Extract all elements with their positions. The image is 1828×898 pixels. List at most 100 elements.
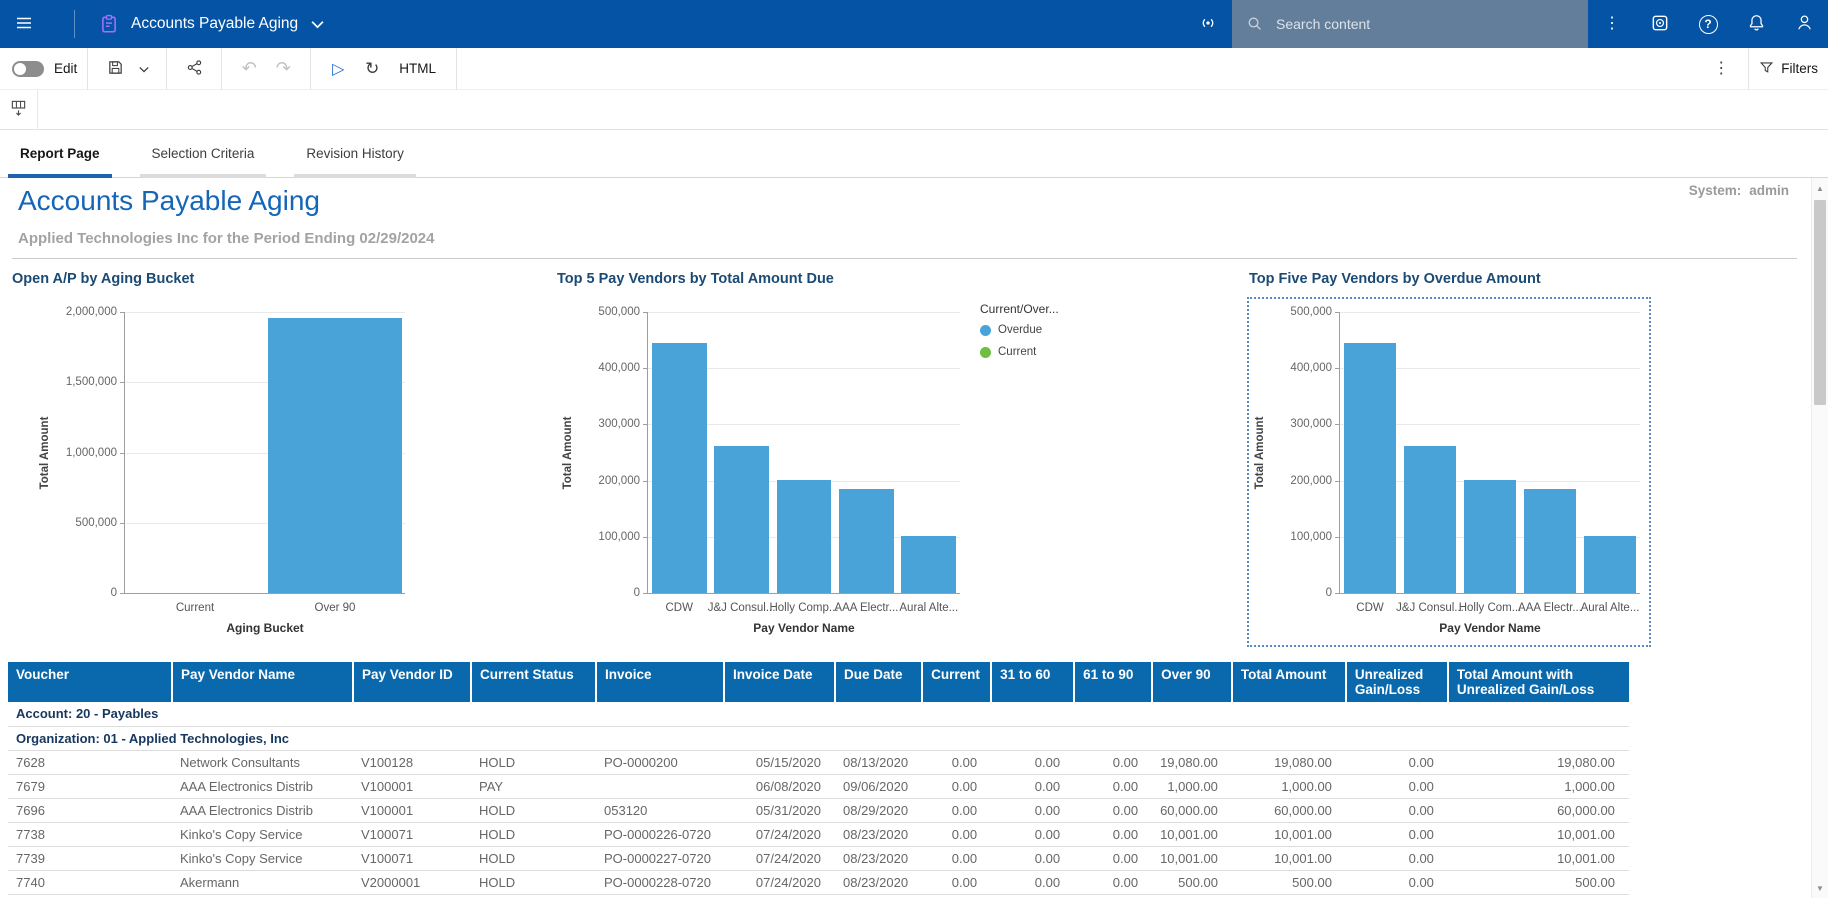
filter-icon	[1759, 60, 1774, 78]
bar-over-90[interactable]	[268, 318, 402, 593]
tab-report-page[interactable]: Report Page	[8, 130, 112, 178]
bar-aaa-electr-[interactable]	[1524, 489, 1577, 593]
kebab-icon: ⋮	[1713, 61, 1729, 77]
cell: V100071	[353, 822, 471, 846]
tab-label: Revision History	[306, 146, 404, 161]
document-menu-button[interactable]	[298, 0, 336, 48]
bar-cdw[interactable]	[652, 343, 707, 593]
refresh-button[interactable]: ↻	[355, 48, 389, 90]
cell: 500.00	[1152, 870, 1232, 894]
legend-item-current[interactable]: Current	[980, 346, 1059, 358]
y-tick-label: 0	[556, 587, 640, 599]
edit-toggle[interactable]	[12, 61, 44, 77]
filters-button[interactable]: Filters	[1759, 48, 1818, 90]
toolbar-divider	[166, 48, 167, 90]
y-tick-label: 500,000	[1248, 306, 1332, 318]
y-tick-label: 500,000	[33, 517, 117, 529]
edit-label: Edit	[54, 61, 77, 76]
more-actions-button[interactable]: ⋮	[1588, 0, 1636, 48]
bar-aural-alte-[interactable]	[901, 536, 956, 593]
cell: PO-0000226-0720	[596, 822, 724, 846]
bar-j-j-consul-[interactable]	[1404, 446, 1457, 593]
column-header-61-to-90: 61 to 90	[1074, 662, 1152, 702]
console-switcher-button[interactable]	[1636, 0, 1684, 48]
chart-title: Top Five Pay Vendors by Overdue Amount	[1249, 271, 1541, 287]
live-connection-button[interactable]	[1184, 0, 1232, 48]
output-format-label[interactable]: HTML	[399, 61, 436, 76]
search-input[interactable]	[1232, 0, 1588, 48]
redo-button[interactable]: ↷	[266, 48, 300, 90]
cell: 0.00	[991, 846, 1074, 870]
divider	[12, 258, 1797, 259]
tab-underline	[8, 174, 112, 178]
report-view-bar	[0, 90, 1828, 130]
hamburger-icon	[15, 14, 33, 35]
notifications-button[interactable]	[1732, 0, 1780, 48]
chart-open-ap-by-aging-bucket: Open A/P by Aging Bucket0500,0001,000,00…	[10, 270, 460, 642]
page-navigation-button[interactable]	[0, 90, 38, 130]
page-title: Accounts Payable Aging	[18, 185, 320, 217]
cell: 19,080.00	[1152, 750, 1232, 774]
cell: HOLD	[471, 846, 596, 870]
system-label: System:	[1689, 183, 1742, 198]
bar-j-j-consul-[interactable]	[714, 446, 769, 593]
cell: 1,000.00	[1448, 774, 1629, 798]
cell: 0.00	[922, 798, 991, 822]
run-button[interactable]: ▷	[321, 48, 355, 90]
system-value: admin	[1749, 183, 1789, 198]
column-header-current: Current	[922, 662, 991, 702]
kebab-icon: ⋮	[1604, 16, 1620, 32]
x-axis-title: Pay Vendor Name	[648, 621, 960, 635]
help-button[interactable]: ?	[1684, 0, 1732, 48]
cell: 0.00	[1346, 846, 1448, 870]
cell: HOLD	[471, 750, 596, 774]
scroll-up-icon[interactable]: ▲	[1812, 180, 1828, 196]
cell: 0.00	[991, 750, 1074, 774]
tab-revision-history[interactable]: Revision History	[294, 130, 416, 178]
cell: 0.00	[922, 846, 991, 870]
cell: 7739	[8, 846, 172, 870]
cell: PO-0000227-0720	[596, 846, 724, 870]
broadcast-icon	[1198, 13, 1218, 36]
console-switcher-icon	[1650, 13, 1670, 36]
cell: Network Consultants	[172, 750, 353, 774]
cell: 0.00	[1074, 846, 1152, 870]
bar-aaa-electr-[interactable]	[839, 489, 894, 593]
bar-aural-alte-[interactable]	[1584, 536, 1637, 593]
cell: 0.00	[991, 798, 1074, 822]
bar-holly-com-[interactable]	[1464, 480, 1517, 593]
undo-button[interactable]: ↶	[232, 48, 266, 90]
gridline	[1340, 312, 1640, 313]
tab-underline	[294, 174, 416, 178]
app-bar: Accounts Payable Aging ⋮ ?	[0, 0, 1828, 48]
cell: V2000001	[353, 870, 471, 894]
chart-legend: Current/Over...OverdueCurrent	[980, 302, 1059, 368]
legend-item-overdue[interactable]: Overdue	[980, 324, 1059, 336]
cell: 60,000.00	[1448, 798, 1629, 822]
column-header-31-to-60: 31 to 60	[991, 662, 1074, 702]
cell: 0.00	[1346, 798, 1448, 822]
table-row: 7739Kinko's Copy ServiceV100071HOLDPO-00…	[8, 846, 1629, 870]
column-header-pay-vendor-id: Pay Vendor ID	[353, 662, 471, 702]
bar-cdw[interactable]	[1344, 343, 1397, 593]
account-button[interactable]	[1780, 0, 1828, 48]
cell: 7679	[8, 774, 172, 798]
toggle-knob	[14, 63, 26, 75]
y-tick-label: 0	[1248, 587, 1332, 599]
scroll-down-icon[interactable]: ▼	[1812, 880, 1828, 896]
share-button[interactable]	[177, 48, 211, 90]
scroll-thumb[interactable]	[1814, 200, 1826, 405]
cell: 06/08/2020	[724, 774, 835, 798]
bar-holly-comp-[interactable]	[777, 480, 832, 593]
chart-top5-vendors-total-due: Top 5 Pay Vendors by Total Amount Due010…	[555, 270, 1085, 642]
menu-button[interactable]	[0, 0, 48, 48]
cell: 0.00	[991, 822, 1074, 846]
tab-selection-criteria[interactable]: Selection Criteria	[140, 130, 267, 178]
toolbar-divider	[456, 48, 457, 90]
save-icon	[107, 59, 124, 79]
save-button[interactable]	[98, 48, 132, 90]
save-options-button[interactable]	[132, 48, 156, 90]
vertical-scrollbar[interactable]: ▲ ▼	[1811, 178, 1828, 898]
toolbar-more-button[interactable]: ⋮	[1704, 48, 1738, 90]
y-tick-label: 0	[33, 587, 117, 599]
